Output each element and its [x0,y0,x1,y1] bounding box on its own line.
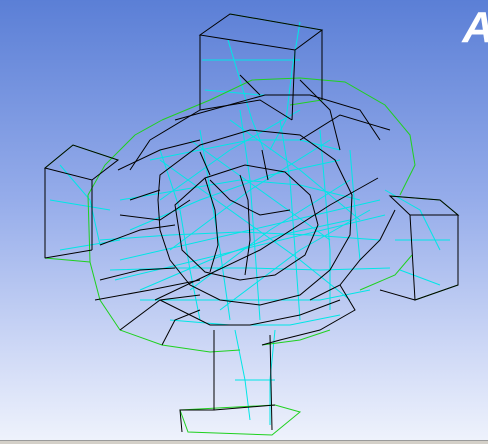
mesh-outline-edges [43,13,460,433]
mesh-wireframe [43,13,460,436]
status-strip [0,440,488,444]
graphics-viewport[interactable]: A [0,0,488,440]
mesh-inner-edges [49,21,450,425]
mesh-boundary-edges [44,13,459,436]
corner-label: A [462,6,488,50]
